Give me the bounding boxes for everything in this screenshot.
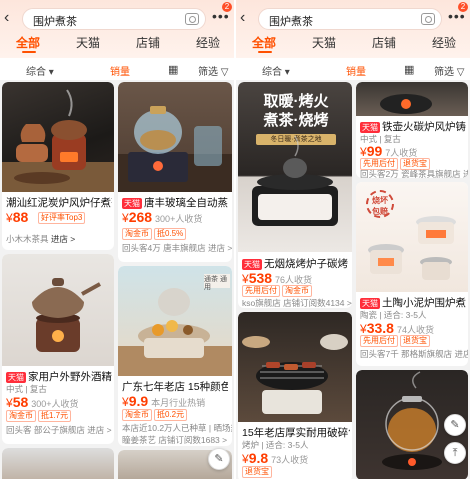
tmall-badge: 天猫: [122, 198, 142, 209]
product-image[interactable]: [2, 254, 114, 366]
product-image[interactable]: [118, 82, 232, 192]
notification-badge: 2: [458, 2, 468, 12]
tab-all[interactable]: 全部: [252, 34, 276, 51]
damage-guarantee-stamp: 烧坏 包赔: [366, 190, 394, 218]
product-tags: 淘金币 抵0.2元: [122, 409, 189, 421]
tab-shops[interactable]: 店铺: [136, 34, 160, 51]
notification-badge: 2: [222, 2, 232, 12]
product-price: ¥268 300+人收货: [122, 209, 203, 225]
filter-bar: 综合 ▾ 销量 ▦ 筛选 ▽: [236, 58, 470, 80]
product-tags: 好评率Top3: [38, 212, 87, 224]
shop-info[interactable]: 回头客7千 那格斯旗舰店 进店 >: [360, 348, 468, 360]
edit-icon[interactable]: ✎: [444, 414, 466, 436]
product-image[interactable]: 通茶 通用: [118, 266, 232, 376]
tmall-badge: 天猫: [360, 122, 380, 133]
product-title[interactable]: 天猫土陶小泥炉围炉煮茶烤: [360, 295, 466, 310]
sort-dropdown[interactable]: 综合 ▾: [26, 63, 54, 78]
back-to-top-icon[interactable]: ⤒: [444, 442, 466, 464]
product-image[interactable]: [238, 312, 352, 422]
product-title[interactable]: 潮汕红泥炭炉风炉仔煮茶器: [6, 195, 112, 210]
clay-stove-illustration: [2, 89, 114, 192]
camera-icon[interactable]: [185, 13, 199, 25]
back-arrow-icon[interactable]: ‹: [240, 10, 254, 26]
product-tags: 退货宝: [242, 466, 274, 478]
product-title[interactable]: 天猫铁壶火碳炉风炉铸铁: [360, 119, 466, 134]
product-title[interactable]: 15年老店厚实耐用破碎包赔: [242, 425, 350, 440]
product-price: ¥58 300+人收货: [6, 394, 79, 410]
product-card[interactable]: 天猫铁壶火碳炉风炉铸铁 中式 | 复古 ¥997人收货 先用后付退货宝 回头客2…: [356, 82, 468, 178]
grill-stove-illustration: [252, 135, 338, 226]
product-title[interactable]: 广东七年老店 15种颜色潮: [122, 379, 228, 394]
grid-toggle-icon[interactable]: ▦: [168, 63, 178, 76]
tab-bar: 全部 天猫 店铺 经验: [0, 34, 234, 56]
product-card[interactable]: 潮汕红泥炭炉风炉仔煮茶器 ¥88 好评率Top3 小木木茶具 进店 >: [2, 82, 114, 250]
product-price: ¥9.9 本月行业热销: [122, 393, 206, 409]
tab-shops[interactable]: 店铺: [372, 34, 396, 51]
shop-info[interactable]: 瞳姜茶艺 店铺订阅数1683 >: [122, 434, 227, 446]
camera-icon[interactable]: [421, 13, 435, 25]
iron-kettle-illustration: [380, 94, 432, 114]
product-card[interactable]: 取暖·烤火 煮茶·烧烤 冬日暖·煮茶之地 天猫无烟烧烤炉子碳烤炉别 ¥53876…: [238, 82, 352, 308]
product-card[interactable]: 通茶 通用 广东七年老店 15种颜色潮 ¥9.9本月行业热销 淘金币抵0.2元 …: [118, 266, 232, 446]
filter-button[interactable]: 筛选 ▽: [198, 63, 228, 78]
active-tab-indicator: [258, 51, 272, 53]
back-arrow-icon[interactable]: ‹: [4, 10, 18, 26]
grid-toggle-icon[interactable]: ▦: [404, 63, 414, 76]
tab-bar: 全部 天猫 店铺 经验: [236, 34, 470, 56]
tmall-badge: 天猫: [6, 372, 26, 383]
product-title[interactable]: 天猫唐丰玻璃全自动蒸汽套: [122, 195, 228, 210]
product-tags: 先用后付 淘金币: [242, 285, 314, 297]
shop-info[interactable]: 回头客2万 瓷峰茶具旗舰店 进店 >: [360, 168, 468, 178]
product-tags: 淘金币 抵0.5%: [122, 228, 188, 240]
product-image[interactable]: 烧坏 包赔: [356, 182, 468, 292]
shop-info[interactable]: 回头客 部公子旗舰店 进店 >: [6, 424, 112, 436]
glass-kettle-illustration: [118, 106, 232, 192]
image-label: 通茶 通用: [204, 276, 227, 291]
product-title[interactable]: 天猫家用户外野外酒精灯炉: [6, 369, 112, 384]
product-image[interactable]: [2, 448, 114, 479]
edit-icon[interactable]: ✎: [208, 448, 230, 470]
product-title[interactable]: 天猫无烟烧烤炉子碳烤炉别: [242, 256, 348, 271]
product-card[interactable]: 烧坏 包赔 天猫土陶小泥炉围炉煮茶烤 陶瓷 | 适合: 3-5人 ¥33.874…: [356, 182, 468, 366]
tab-all[interactable]: 全部: [16, 34, 40, 51]
filter-bar: 综合 ▾ 销量 ▦ 筛选 ▽: [0, 58, 234, 80]
product-image[interactable]: [356, 82, 468, 116]
search-query[interactable]: 围炉煮茶: [33, 13, 77, 29]
shop-info[interactable]: kso旗舰店 店铺订阅数4134 >: [242, 297, 352, 308]
tmall-badge: 天猫: [360, 298, 380, 309]
product-price: ¥33.8 74人收货: [360, 320, 434, 336]
sales-sort[interactable]: 销量: [346, 63, 366, 78]
product-tags: 淘金币 抵1.7元: [6, 410, 73, 422]
shop-info[interactable]: 回头客4万 唐丰旗舰店 进店 >: [122, 242, 232, 254]
tab-tmall[interactable]: 天猫: [76, 34, 100, 51]
product-card[interactable]: 天猫家用户外野外酒精灯炉 中式 | 复古 ¥58300+人收货 淘金币抵1.7元…: [2, 254, 114, 444]
left-panel: ‹ 围炉煮茶 ••• 2 全部 天猫 店铺 经验 综合 ▾ 销量 ▦ 筛选 ▽: [0, 0, 234, 479]
tab-experience[interactable]: 经验: [432, 34, 456, 51]
active-tab-indicator: [22, 51, 36, 53]
product-price: ¥99 7人收货: [360, 143, 418, 159]
product-price: ¥538 76人收货: [242, 270, 313, 286]
product-card[interactable]: 天猫唐丰玻璃全自动蒸汽套 ¥268300+人收货 淘金币抵0.5% 回头客4万 …: [118, 82, 232, 262]
bbq-grill-illustration: [242, 334, 348, 414]
product-card[interactable]: [2, 448, 114, 479]
product-price: ¥88: [6, 209, 29, 225]
tmall-badge: 天猫: [242, 259, 262, 270]
shop-note: 本店近10.2万人已种草 | 晒场热: [122, 423, 232, 433]
product-image[interactable]: [2, 82, 114, 192]
sales-sort[interactable]: 销量: [110, 63, 130, 78]
product-image[interactable]: 取暖·烤火 煮茶·烧烤 冬日暖·煮茶之地: [238, 82, 352, 252]
search-bar[interactable]: 围炉煮茶: [258, 8, 442, 30]
search-bar[interactable]: 围炉煮茶: [22, 8, 206, 30]
shop-info[interactable]: 小木木茶具 进店 >: [6, 233, 75, 245]
filter-button[interactable]: 筛选 ▽: [434, 63, 464, 78]
product-tags: 先用后付 退货宝: [360, 335, 432, 347]
tab-tmall[interactable]: 天猫: [312, 34, 336, 51]
right-panel: ‹ 围炉煮茶 ••• 2 全部 天猫 店铺 经验 综合 ▾ 销量 ▦ 筛选 ▽ …: [236, 0, 470, 479]
product-card[interactable]: 15年老店厚实耐用破碎包赔 烤炉 | 适合: 3-5人 ¥9.873人收货 退货…: [238, 312, 352, 479]
search-query[interactable]: 围炉煮茶: [269, 13, 313, 29]
alcohol-stove-illustration: [32, 278, 101, 352]
sort-dropdown[interactable]: 综合 ▾: [262, 63, 290, 78]
product-price: ¥9.8 73人收货: [242, 450, 309, 466]
tab-experience[interactable]: 经验: [196, 34, 220, 51]
